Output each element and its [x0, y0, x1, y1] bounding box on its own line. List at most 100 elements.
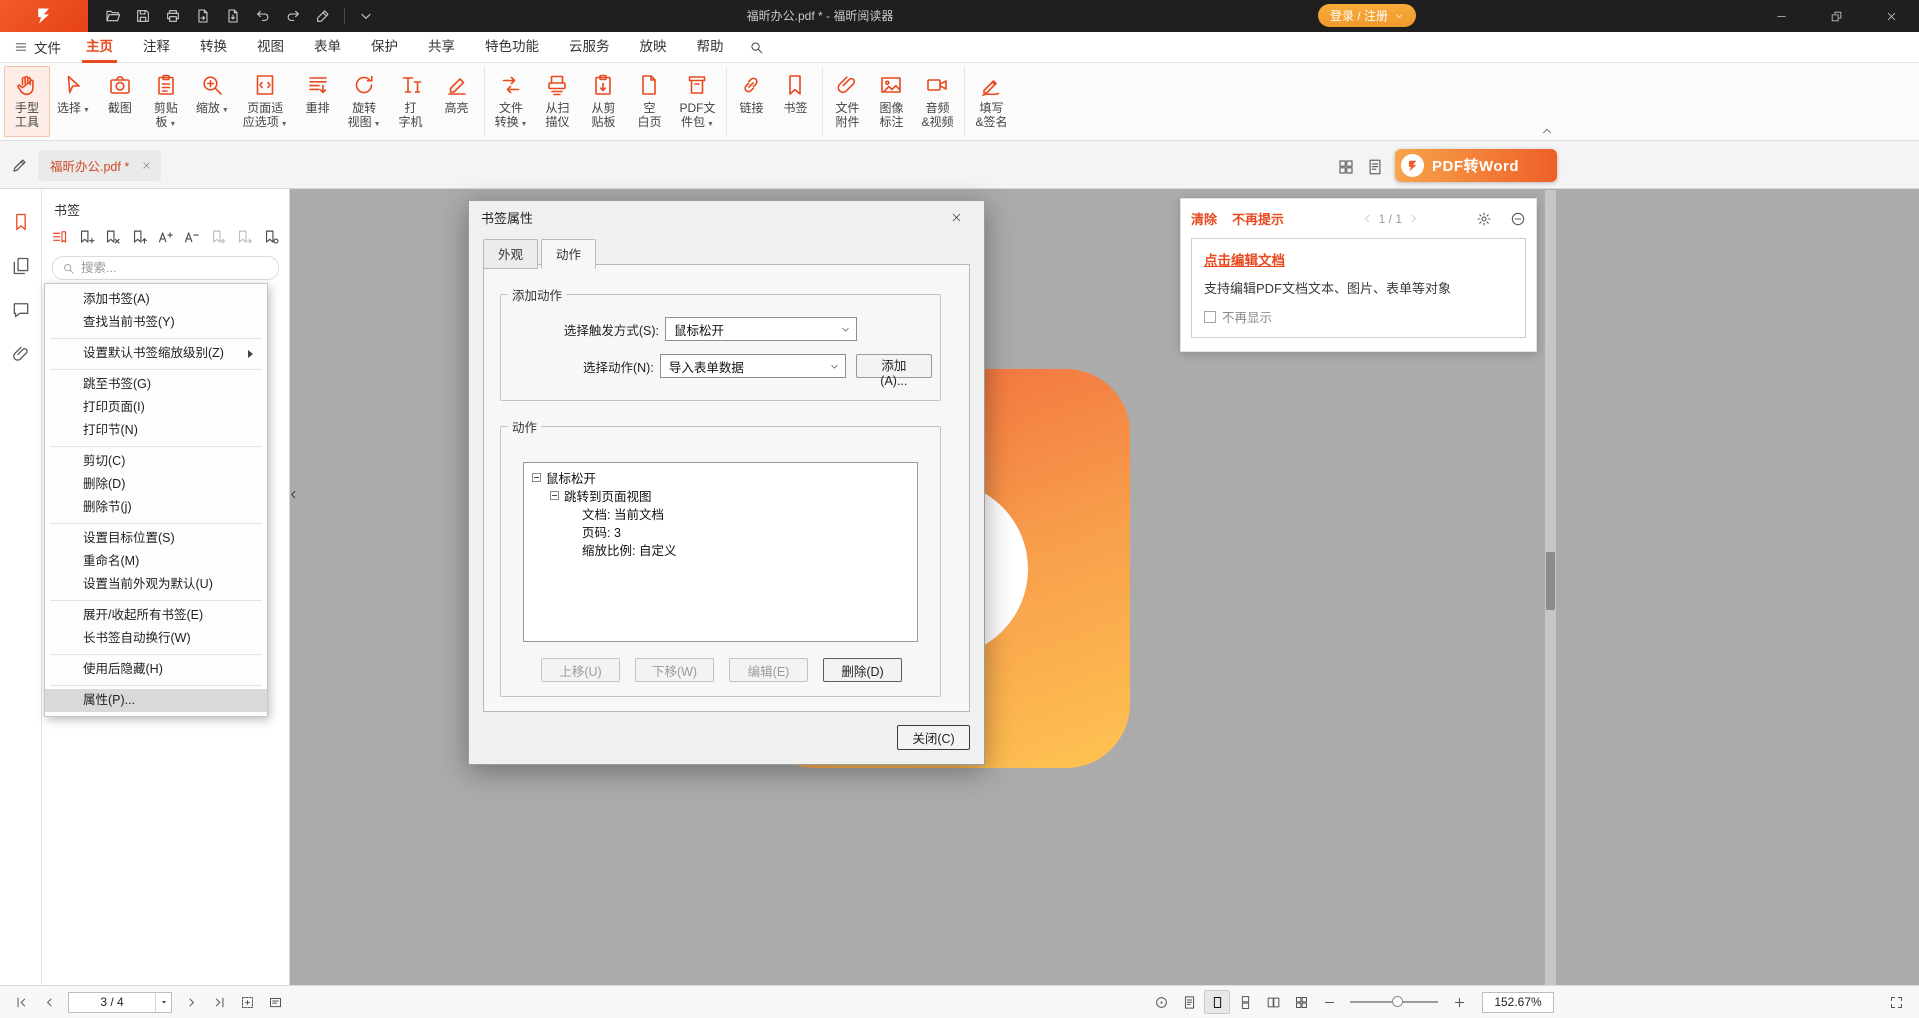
ribbon-tool[interactable]: 书签	[772, 66, 818, 137]
context-menu-item[interactable]: 打印节(N)	[45, 419, 267, 442]
statusbar-tool-button-text-select[interactable]	[262, 990, 288, 1014]
bookmark-tool-button-delete-bookmark[interactable]	[101, 226, 124, 248]
dialog-titlebar[interactable]: 书签属性	[469, 201, 984, 233]
first-page-button[interactable]	[8, 990, 34, 1014]
dialog-close-icon-button[interactable]	[950, 204, 976, 230]
search-button[interactable]	[743, 33, 771, 61]
assist-collapse-button[interactable]	[1510, 211, 1526, 227]
restore-button[interactable]	[1809, 0, 1864, 32]
zoom-out-button[interactable]	[1316, 990, 1342, 1014]
context-menu-item[interactable]: 设置目标位置(S)	[45, 527, 267, 550]
context-menu-item[interactable]: 展开/收起所有书签(E)	[45, 604, 267, 627]
last-page-button[interactable]	[206, 990, 232, 1014]
tree-item[interactable]: 缩放比例: 自定义	[524, 540, 917, 558]
context-menu-item[interactable]: 添加书签(A)	[45, 288, 267, 311]
foxit-logo[interactable]	[0, 0, 88, 32]
fullscreen-button[interactable]	[1883, 990, 1909, 1014]
edit-tip-card[interactable]: 点击编辑文档 支持编辑PDF文档文本、图片、表单等对象 不再显示	[1191, 238, 1526, 338]
bookmark-tool-button-bookmark-settings[interactable]	[260, 226, 283, 248]
bookmark-tool-button-next-bookmark[interactable]	[233, 226, 256, 248]
quick-access-button[interactable]	[98, 1, 128, 31]
statusbar-tool-button-snapshot[interactable]	[234, 990, 260, 1014]
quick-access-button[interactable]	[248, 1, 278, 31]
zoom-level-box[interactable]: 152.67%	[1482, 992, 1554, 1013]
menu-tab[interactable]: 帮助	[682, 32, 739, 63]
menu-tab[interactable]: 转换	[185, 32, 242, 63]
ribbon-tool[interactable]: 高亮	[434, 66, 480, 137]
context-menu-item[interactable]: 设置当前外观为默认(U)	[45, 573, 267, 596]
close-button[interactable]	[1864, 0, 1919, 32]
ribbon-tool[interactable]: 选择	[50, 66, 97, 137]
action-button[interactable]: 上移(U)	[541, 658, 620, 682]
menu-tab[interactable]: 共享	[413, 32, 470, 63]
pdf-to-word-button[interactable]: PDF转Word	[1395, 149, 1557, 182]
quick-access-button[interactable]	[158, 1, 188, 31]
context-menu-item[interactable]: 使用后隐藏(H)	[45, 658, 267, 681]
context-menu-item[interactable]: 设置默认书签缩放级别(Z)	[45, 342, 267, 365]
customize-toolbar-button[interactable]	[351, 1, 381, 31]
ribbon-tool[interactable]: 音频 &视频	[914, 66, 960, 137]
menu-tab[interactable]: 放映	[625, 32, 682, 63]
ribbon-tool[interactable]: 图像 标注	[868, 66, 914, 137]
view-mode-button-single-page-view[interactable]	[1204, 990, 1230, 1014]
zoom-slider-thumb[interactable]	[1392, 996, 1403, 1007]
context-menu-item[interactable]: 打印页面(I)	[45, 396, 267, 419]
login-button[interactable]: 登录 / 注册	[1318, 4, 1416, 27]
thumbnail-view-button[interactable]	[1337, 156, 1359, 178]
ribbon-tool[interactable]: 页面适 应选项	[236, 66, 295, 137]
ribbon-tool[interactable]: 旋转 视图	[341, 66, 388, 137]
quick-edit-button[interactable]	[10, 154, 32, 176]
document-tab[interactable]: 福昕办公.pdf *	[38, 150, 161, 181]
context-menu-item[interactable]: 剪切(C)	[45, 450, 267, 473]
ribbon-tool[interactable]: 填写 &签名	[964, 66, 1014, 137]
tree-expander-icon[interactable]	[532, 473, 541, 482]
view-mode-button-auto-scroll[interactable]	[1148, 990, 1174, 1014]
previous-page-button[interactable]	[36, 990, 62, 1014]
assist-settings-button[interactable]	[1476, 211, 1492, 227]
bookmark-tool-button-font-increase[interactable]	[154, 226, 177, 248]
tree-item[interactable]: 页码: 3	[524, 522, 917, 540]
bookmark-search-input[interactable]	[81, 261, 257, 275]
dialog-close-button[interactable]: 关闭(C)	[897, 725, 970, 750]
scrollbar-thumb[interactable]	[1546, 552, 1555, 610]
ribbon-tool[interactable]: 空 白页	[626, 66, 672, 137]
ribbon-tool[interactable]: 从剪 贴板	[580, 66, 626, 137]
tree-expander-icon[interactable]	[550, 491, 559, 500]
bookmark-tool-button-promote-bookmark[interactable]	[127, 226, 150, 248]
page-number-box[interactable]: 3 / 4	[68, 992, 172, 1013]
quick-access-button[interactable]	[188, 1, 218, 31]
bookmark-tool-button-previous-bookmark[interactable]	[207, 226, 230, 248]
zoom-in-button[interactable]	[1446, 990, 1472, 1014]
ribbon-tool[interactable]: 截图	[97, 66, 143, 137]
bookmark-tool-button-add-bookmark[interactable]	[74, 226, 97, 248]
view-mode-button-continuous-view[interactable]	[1232, 990, 1258, 1014]
ribbon-tool[interactable]: 文件 转换	[484, 66, 535, 137]
ribbon-tool[interactable]: 链接	[726, 66, 772, 137]
tree-item[interactable]: 文档: 当前文档	[524, 504, 917, 522]
sidebar-tab-attachments[interactable]	[9, 342, 33, 366]
next-tip-button[interactable]	[1407, 212, 1420, 225]
quick-access-button[interactable]	[128, 1, 158, 31]
minimize-button[interactable]	[1754, 0, 1809, 32]
context-menu-item[interactable]: 长书签自动换行(W)	[45, 627, 267, 650]
ribbon-tool[interactable]: 文件 附件	[822, 66, 868, 137]
quick-access-button[interactable]	[278, 1, 308, 31]
bookmark-tool-button-font-decrease[interactable]	[180, 226, 203, 248]
menu-tab[interactable]: 视图	[242, 32, 299, 63]
quick-access-button[interactable]	[308, 1, 338, 31]
dialog-tab[interactable]: 动作	[541, 239, 596, 269]
context-menu-item[interactable]: 删除(D)	[45, 473, 267, 496]
action-select[interactable]: 导入表单数据	[660, 354, 846, 378]
close-tab-button[interactable]	[141, 160, 152, 171]
context-menu-item[interactable]: 删除节(j)	[45, 496, 267, 519]
ribbon-tool[interactable]: 打 字机	[388, 66, 434, 137]
context-menu-item[interactable]: 跳至书签(G)	[45, 373, 267, 396]
previous-tip-button[interactable]	[1361, 212, 1374, 225]
vertical-scrollbar[interactable]	[1545, 190, 1556, 985]
add-action-button[interactable]: 添加(A)...	[856, 354, 932, 378]
dont-show-checkbox[interactable]	[1204, 311, 1216, 323]
context-menu-item[interactable]: 重命名(M)	[45, 550, 267, 573]
no-prompt-button[interactable]: 不再提示	[1232, 209, 1284, 228]
ribbon-tool[interactable]: 缩放	[189, 66, 236, 137]
page-view-button[interactable]	[1366, 156, 1388, 178]
